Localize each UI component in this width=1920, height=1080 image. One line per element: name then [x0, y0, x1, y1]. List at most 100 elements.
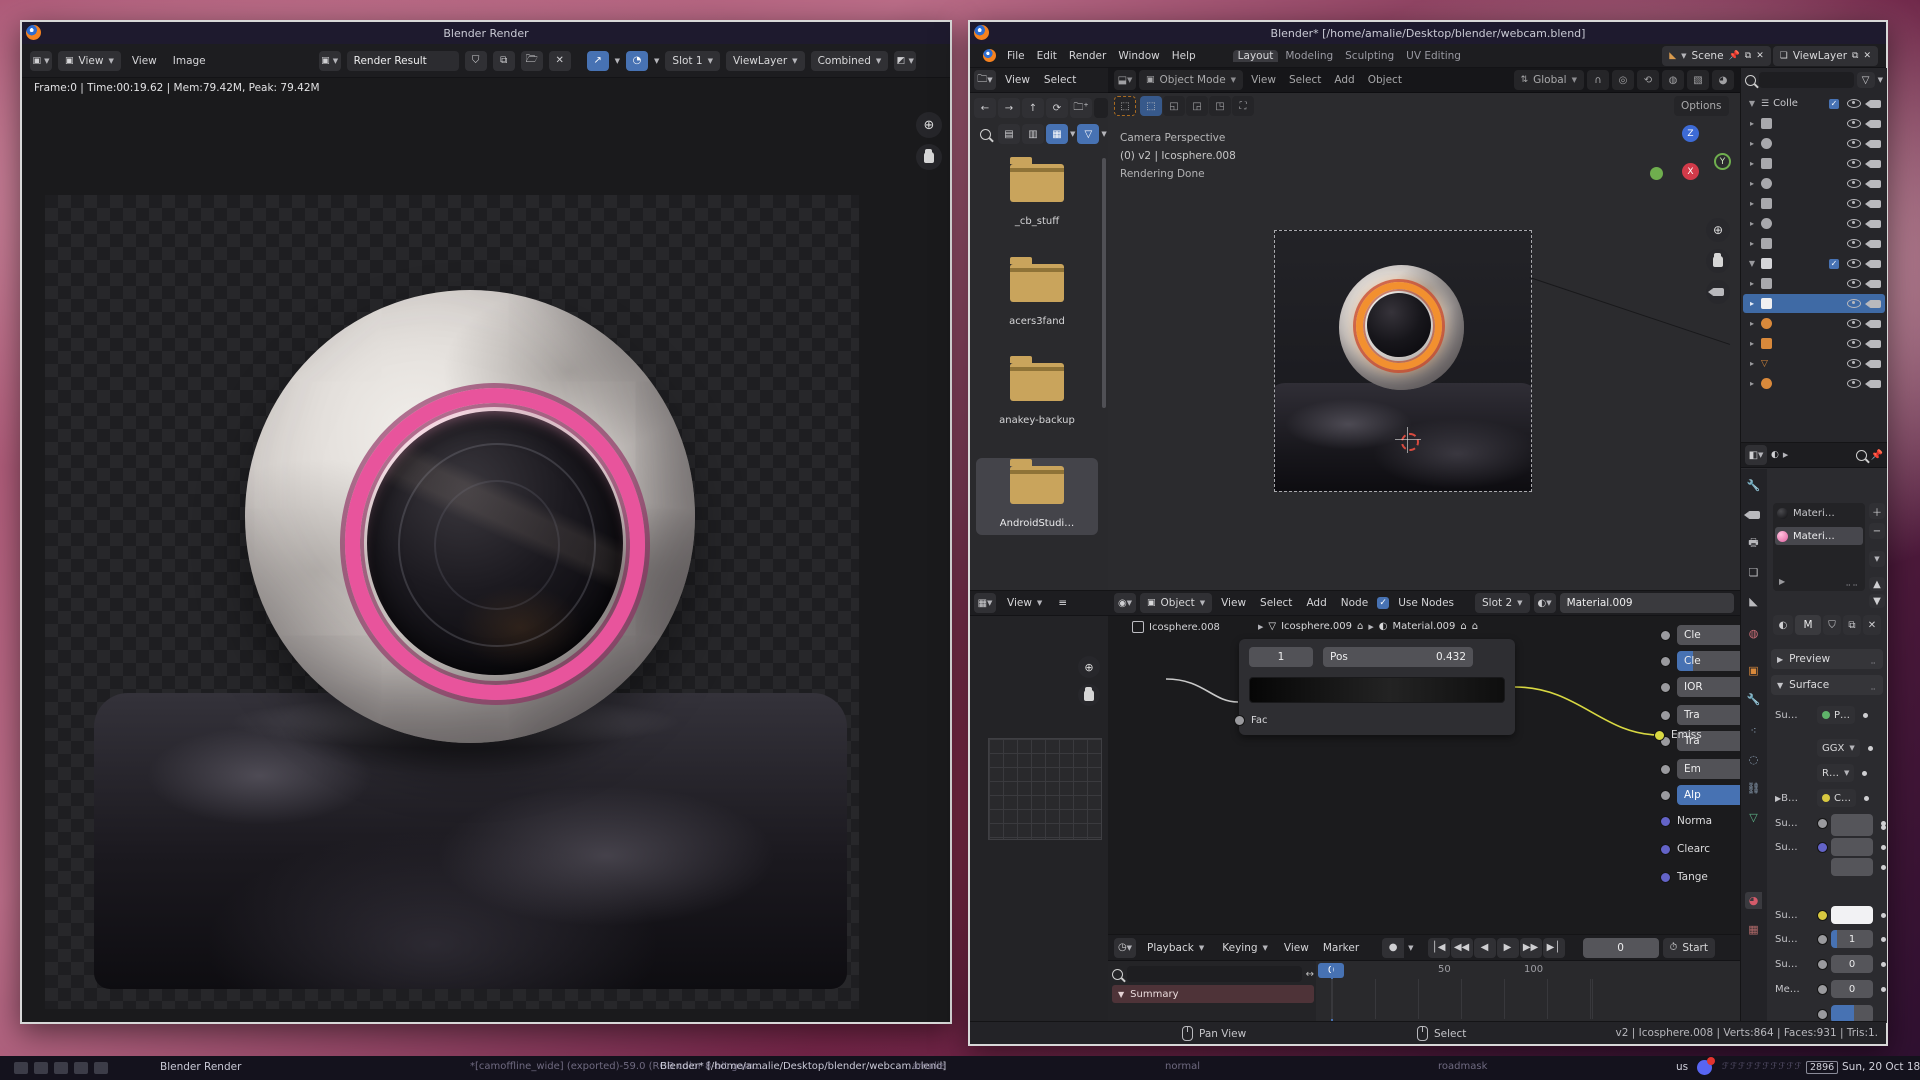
eye-icon[interactable] — [1847, 219, 1861, 228]
unlink-close-icon[interactable]: ✕ — [549, 51, 571, 71]
tab-material-icon-active[interactable]: ◕ — [1745, 892, 1762, 909]
eye-icon[interactable] — [1847, 159, 1861, 168]
tab-scene-icon[interactable]: ◣ — [1745, 593, 1762, 610]
prev-keyframe-icon[interactable]: ◀◀ — [1451, 938, 1473, 958]
preview-panel-header[interactable]: ▶ Preview ⣀ — [1771, 649, 1883, 669]
decorator-dot[interactable] — [1868, 746, 1873, 751]
decorator-dot[interactable] — [1881, 865, 1886, 870]
main-window-titlebar[interactable]: Blender* [/home/amalie/Desktop/blender/w… — [970, 22, 1886, 44]
blender-menu-icon[interactable] — [978, 46, 1000, 66]
tab-world-icon[interactable]: ◍ — [1745, 625, 1762, 642]
start-frame-field[interactable]: ⏱Start — [1663, 938, 1715, 958]
shader-context-dropdown[interactable]: ▣Object▼ — [1140, 593, 1212, 613]
outliner-row[interactable]: ▸ — [1743, 154, 1885, 173]
colorramp-node[interactable]: 1 Pos 0.432 Fac — [1239, 639, 1515, 735]
tray-badge[interactable]: 2896 — [1806, 1061, 1838, 1074]
axis-gizmo[interactable]: Z X Y — [1638, 123, 1734, 193]
fb-menu-view[interactable]: View — [1000, 74, 1035, 86]
add-slot-button[interactable]: ＋ — [1869, 503, 1885, 519]
eye-icon[interactable] — [1847, 199, 1861, 208]
expand-arrow-icon[interactable]: ▶ — [1779, 577, 1785, 586]
slot-dropdown[interactable]: Slot 1▼ — [665, 51, 720, 71]
decorator-dot[interactable] — [1862, 771, 1867, 776]
snap-icon[interactable]: ◔ — [626, 51, 648, 71]
value-field[interactable]: 0 — [1831, 980, 1873, 998]
tab-render-icon[interactable] — [1745, 506, 1762, 523]
path-field[interactable] — [1094, 98, 1108, 118]
camera-icon[interactable] — [1869, 280, 1881, 288]
image-browse-button[interactable]: ▣ ▼ — [319, 51, 341, 71]
scene-selector[interactable]: ◣▼Scene📌⧉✕ — [1662, 46, 1771, 66]
taskbar-item[interactable]: roadmask — [1438, 1061, 1487, 1072]
display-channels-button[interactable]: ◩ ▼ — [894, 51, 916, 71]
outliner-row[interactable]: ▸ — [1743, 134, 1885, 153]
file-browser-scrollbar[interactable] — [1102, 158, 1106, 408]
vector-x-field[interactable] — [1831, 818, 1873, 836]
display-vertical-icon[interactable]: ▤ — [998, 124, 1020, 144]
select-box-icon[interactable]: ⬚ — [1140, 96, 1162, 116]
select-subtract-icon[interactable]: ◲ — [1186, 96, 1208, 116]
outliner-search-field[interactable] — [1759, 72, 1854, 88]
folder-item-selected[interactable]: AndroidStudi… — [976, 458, 1098, 535]
outliner-row[interactable]: ▸ — [1743, 314, 1885, 333]
eye-icon[interactable] — [1847, 259, 1861, 268]
socket[interactable] — [1660, 630, 1671, 641]
base-color-button[interactable]: C… — [1817, 789, 1856, 807]
active-tool-select-button[interactable]: ⬚ — [1114, 96, 1136, 116]
orientation-dropdown[interactable]: ⇅Global▼ — [1514, 70, 1584, 90]
menu-help[interactable]: Help — [1167, 50, 1201, 62]
editor-type-button[interactable]: ⬓▼ — [1114, 70, 1136, 90]
vp-menu-add[interactable]: Add — [1329, 74, 1359, 86]
material-slot-dropdown[interactable]: Slot 2▼ — [1475, 593, 1530, 613]
jump-start-icon[interactable]: │◀ — [1428, 938, 1450, 958]
sh-menu-select[interactable]: Select — [1255, 597, 1297, 609]
socket[interactable] — [1660, 790, 1671, 801]
tl-menu-view[interactable]: View — [1279, 942, 1314, 954]
outliner-row[interactable]: ▸ — [1743, 174, 1885, 193]
folder-item[interactable]: acers3fand — [978, 264, 1096, 327]
xray-icon[interactable]: ▧ — [1687, 70, 1709, 90]
tab-uv-editing[interactable]: UV Editing — [1401, 50, 1466, 62]
remove-slot-button[interactable]: − — [1869, 523, 1885, 539]
outliner-row-collection[interactable]: ▼☰Colle✓ — [1743, 94, 1885, 113]
socket[interactable] — [1660, 710, 1671, 721]
launcher-icon[interactable] — [34, 1062, 48, 1074]
vp-menu-select[interactable]: Select — [1284, 74, 1326, 86]
editor-type-button[interactable]: ◷▼ — [1114, 938, 1136, 958]
menu-image[interactable]: Image — [168, 55, 211, 67]
decorator-dot[interactable] — [1881, 937, 1886, 942]
taskbar-item[interactable]: normal — [1165, 1061, 1200, 1072]
search-icon[interactable] — [974, 124, 996, 144]
tab-physics-icon[interactable]: ◌ — [1745, 751, 1762, 768]
camera-icon[interactable] — [1869, 160, 1881, 168]
checkbox-icon[interactable]: ✓ — [1829, 259, 1839, 269]
snap-chevron-icon[interactable]: ▼ — [654, 57, 659, 65]
vp-camera-button[interactable] — [1706, 280, 1730, 304]
refresh-icon[interactable]: ⟳ — [1046, 98, 1068, 118]
object-node-label[interactable]: Icosphere.008 — [1132, 621, 1220, 633]
eye-icon[interactable] — [1847, 279, 1861, 288]
filter-funnel-icon[interactable]: ▽ — [1077, 124, 1099, 144]
camera-icon[interactable] — [1869, 240, 1881, 248]
material-slot-item[interactable]: Materi… — [1777, 508, 1835, 519]
unlink-x-icon[interactable]: ✕ — [1863, 615, 1881, 635]
ble-view-menu[interactable]: View▼ — [1000, 593, 1049, 613]
forward-icon[interactable]: → — [998, 98, 1020, 118]
outliner-row[interactable]: ▸ — [1743, 274, 1885, 293]
decorator-dot[interactable] — [1863, 713, 1868, 718]
tab-constraints-icon[interactable]: ⛓ — [1745, 780, 1762, 797]
pivot-chevron-icon[interactable]: ▼ — [615, 57, 620, 65]
editor-type-button[interactable]: ▦▼ — [974, 593, 996, 613]
surface-panel-header[interactable]: ▼ Surface ⣀ — [1771, 675, 1883, 695]
eye-icon[interactable] — [1847, 299, 1861, 308]
vector-z-field[interactable] — [1831, 858, 1873, 876]
options-button[interactable]: Options — [1674, 96, 1729, 116]
viewlayer-dropdown[interactable]: ViewLayer▼ — [726, 51, 805, 71]
clock[interactable]: Sun, 20 Oct 18:55 — [1842, 1061, 1920, 1073]
renderpass-dropdown[interactable]: Combined▼ — [811, 51, 889, 71]
vp-hand-button[interactable] — [1706, 249, 1730, 273]
eye-icon[interactable] — [1847, 359, 1861, 368]
camera-icon[interactable] — [1869, 220, 1881, 228]
collapse-arrow-icon[interactable]: ▼ — [1118, 990, 1124, 999]
filter-chevron-icon[interactable]: ▼ — [1101, 130, 1106, 138]
